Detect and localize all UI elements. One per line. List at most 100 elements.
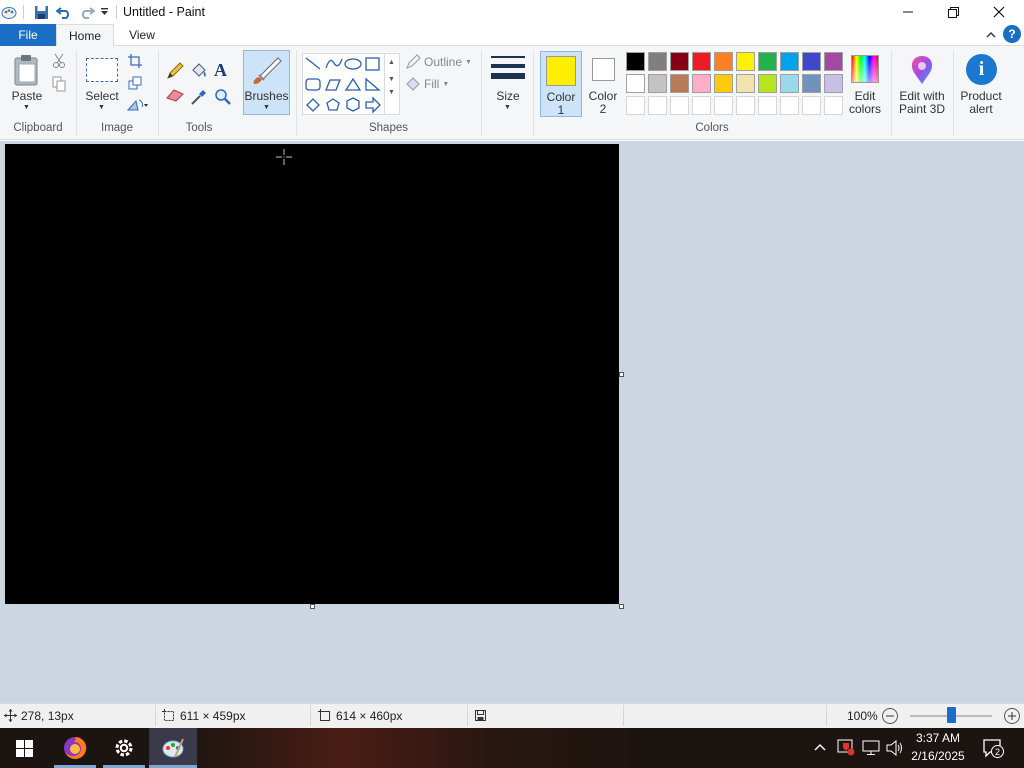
palette-color-swatch[interactable] xyxy=(802,52,821,71)
custom-color-slot[interactable] xyxy=(824,96,843,115)
brushes-label: Brushes xyxy=(244,89,289,103)
clock-date[interactable]: 2/16/2025 xyxy=(905,749,971,763)
zoom-out-button[interactable] xyxy=(882,708,898,724)
minimize-button[interactable] xyxy=(885,0,931,24)
info-icon: i xyxy=(966,54,997,85)
cut-icon[interactable] xyxy=(52,53,66,72)
custom-color-slot[interactable] xyxy=(736,96,755,115)
color1-label-line2: 1 xyxy=(557,103,565,117)
palette-color-swatch[interactable] xyxy=(758,74,777,93)
custom-color-slot[interactable] xyxy=(802,96,821,115)
shapes-scroll-down-icon[interactable]: ▼ xyxy=(385,76,398,83)
cursor-position-icon xyxy=(4,709,17,725)
eraser-icon[interactable] xyxy=(166,88,184,105)
paint-app-icon[interactable] xyxy=(0,3,18,21)
action-center-button[interactable]: 2 xyxy=(982,738,1004,758)
palette-color-swatch[interactable] xyxy=(692,52,711,71)
cursor-position: 278, 13px xyxy=(21,709,74,723)
tab-home[interactable]: Home xyxy=(56,24,114,47)
edit-with-paint3d-button[interactable]: Edit with Paint 3D xyxy=(895,51,949,117)
rotate-icon[interactable] xyxy=(126,98,151,115)
color2-label-line2: 2 xyxy=(599,102,607,116)
resize-handle-bottom[interactable] xyxy=(310,604,315,609)
image-size-icon xyxy=(318,709,331,725)
custom-color-slot[interactable] xyxy=(758,96,777,115)
tab-file[interactable]: File xyxy=(0,24,56,46)
shapes-scroll[interactable]: ▲ ▼ ▼ xyxy=(384,53,398,115)
network-icon[interactable] xyxy=(862,740,880,759)
collapse-ribbon-icon[interactable] xyxy=(986,28,996,42)
edit-colors-label-line2: colors xyxy=(848,102,881,116)
palette-color-swatch[interactable] xyxy=(692,74,711,93)
size-button[interactable]: Size ▼ xyxy=(487,50,529,116)
shapes-more-icon[interactable]: ▼ xyxy=(385,89,398,96)
palette-color-swatch[interactable] xyxy=(714,74,733,93)
resize-icon[interactable] xyxy=(128,76,142,93)
volume-icon[interactable] xyxy=(886,739,904,759)
palette-color-swatch[interactable] xyxy=(824,52,843,71)
palette-color-swatch[interactable] xyxy=(780,52,799,71)
paint-taskbar-icon[interactable] xyxy=(149,728,197,768)
restore-button[interactable] xyxy=(930,0,976,24)
show-hidden-icons-icon[interactable] xyxy=(814,741,826,755)
zoom-in-button[interactable] xyxy=(1004,708,1020,724)
palette-color-swatch[interactable] xyxy=(626,74,645,93)
firefox-taskbar-icon[interactable] xyxy=(51,728,99,768)
palette-color-swatch[interactable] xyxy=(780,74,799,93)
clock-time[interactable]: 3:37 AM xyxy=(905,731,971,745)
brushes-dropdown-icon: ▼ xyxy=(263,104,270,111)
customize-qat-icon[interactable] xyxy=(97,3,111,21)
palette-color-swatch[interactable] xyxy=(648,74,667,93)
select-button[interactable]: Select ▼ xyxy=(82,50,122,116)
tab-view[interactable]: View xyxy=(114,24,170,46)
palette-color-swatch[interactable] xyxy=(670,74,689,93)
taskbar-wallpaper xyxy=(180,728,660,768)
custom-color-slot[interactable] xyxy=(648,96,667,115)
palette-color-swatch[interactable] xyxy=(714,52,733,71)
custom-color-slot[interactable] xyxy=(626,96,645,115)
crop-icon[interactable] xyxy=(128,54,142,71)
fill-bucket-icon[interactable] xyxy=(190,62,208,83)
palette-color-swatch[interactable] xyxy=(670,52,689,71)
paste-button[interactable]: Paste ▼ xyxy=(6,50,48,116)
palette-color-swatch[interactable] xyxy=(802,74,821,93)
copy-icon[interactable] xyxy=(52,76,66,95)
drawing-canvas[interactable] xyxy=(5,144,619,604)
resize-handle-right[interactable] xyxy=(619,372,624,377)
security-alert-icon[interactable] xyxy=(837,739,855,759)
color-picker-icon[interactable] xyxy=(190,88,208,109)
custom-color-slot[interactable] xyxy=(692,96,711,115)
palette-color-swatch[interactable] xyxy=(736,74,755,93)
custom-color-slot[interactable] xyxy=(780,96,799,115)
start-button[interactable] xyxy=(0,728,48,768)
select-label: Select xyxy=(85,89,119,103)
pencil-icon[interactable] xyxy=(166,62,184,83)
color2-button[interactable]: Color 2 xyxy=(583,51,623,117)
brushes-button[interactable]: Brushes ▼ xyxy=(243,50,290,115)
shapes-scroll-up-icon[interactable]: ▲ xyxy=(385,59,398,66)
paint3d-label-line2: Paint 3D xyxy=(898,102,946,116)
undo-icon[interactable] xyxy=(54,3,74,21)
help-icon[interactable]: ? xyxy=(1003,25,1021,43)
text-tool-icon[interactable]: A xyxy=(214,60,227,81)
edit-colors-button[interactable]: Edit colors xyxy=(846,51,884,117)
fill-button[interactable]: Fill ▼ xyxy=(405,76,449,92)
color1-button[interactable]: Color 1 xyxy=(540,51,582,117)
resize-handle-corner[interactable] xyxy=(619,604,624,609)
magnifier-icon[interactable] xyxy=(214,88,232,109)
redo-icon[interactable] xyxy=(77,3,97,21)
custom-color-slot[interactable] xyxy=(714,96,733,115)
settings-taskbar-icon[interactable] xyxy=(100,728,148,768)
palette-color-swatch[interactable] xyxy=(626,52,645,71)
image-size: 614 × 460px xyxy=(336,709,403,723)
palette-color-swatch[interactable] xyxy=(758,52,777,71)
palette-color-swatch[interactable] xyxy=(648,52,667,71)
zoom-slider-thumb[interactable] xyxy=(946,707,956,723)
product-alert-button[interactable]: i Product alert xyxy=(957,51,1005,117)
palette-color-swatch[interactable] xyxy=(824,74,843,93)
outline-button[interactable]: Outline ▼ xyxy=(405,54,472,70)
custom-color-slot[interactable] xyxy=(670,96,689,115)
palette-color-swatch[interactable] xyxy=(736,52,755,71)
close-button[interactable] xyxy=(976,0,1022,24)
save-icon[interactable] xyxy=(31,3,51,21)
